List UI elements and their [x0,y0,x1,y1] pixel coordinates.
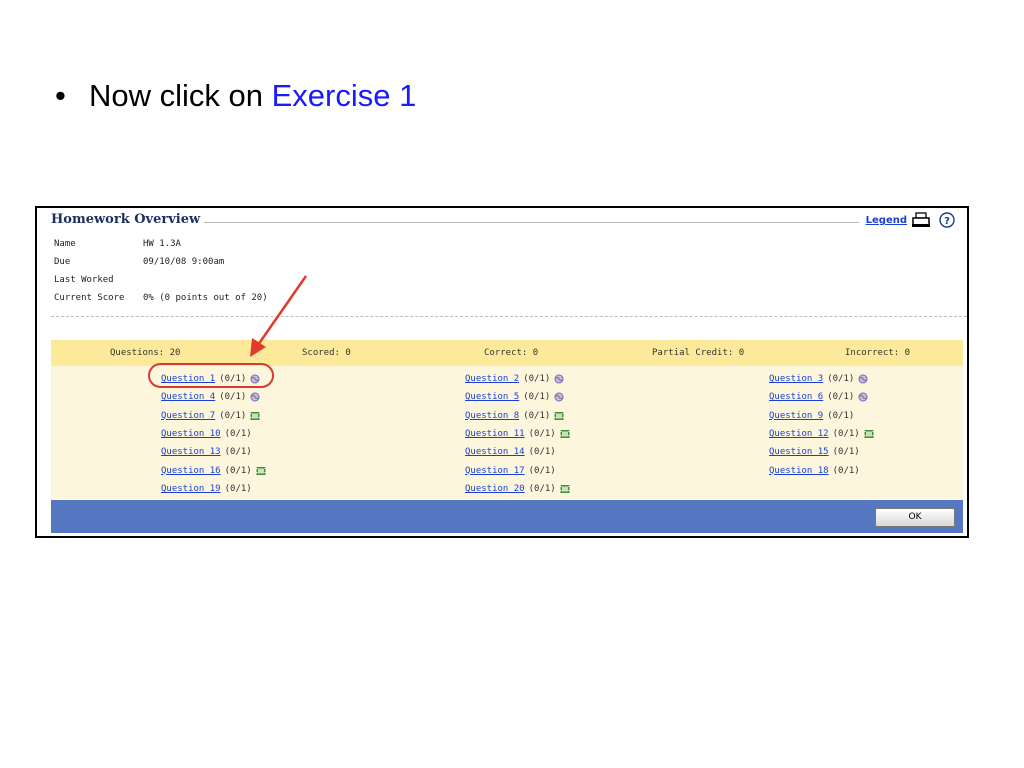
question-score: (0/1) [523,410,551,421]
globe-icon [858,374,868,384]
info-row-due: Due 09/10/08 9:00am [54,257,268,275]
film-icon [560,429,570,439]
help-icon[interactable]: ? [939,212,955,228]
panel-header: Homework Overview Legend ? [51,212,957,230]
globe-icon [250,392,260,402]
info-value: HW 1.3A [143,239,181,249]
question-link[interactable]: Question 2 [465,374,519,384]
question-link[interactable]: Question 3 [769,374,823,384]
question-score: (0/1) [224,465,252,476]
instruction-text: Now click on [89,78,272,113]
question-link[interactable]: Question 10 [161,429,221,439]
legend-link[interactable]: Legend [861,215,907,226]
question-item: Question 15 (0/1) [769,447,860,457]
question-item: Question 5 (0/1) [465,392,564,402]
globe-icon [554,392,564,402]
question-score: (0/1) [832,465,860,476]
question-link[interactable]: Question 18 [769,466,829,476]
question-link[interactable]: Question 12 [769,429,829,439]
slide-instruction: • Now click on Exercise 1 [55,78,416,114]
question-score: (0/1) [224,428,252,439]
film-icon [250,411,260,421]
globe-icon [554,374,564,384]
question-item: Question 10 (0/1) [161,429,252,439]
question-link[interactable]: Question 15 [769,447,829,457]
info-label: Due [54,257,71,267]
question-link[interactable]: Question 6 [769,392,823,402]
bullet-point: • [55,78,66,113]
question-link[interactable]: Question 11 [465,429,525,439]
film-icon [554,411,564,421]
question-link[interactable]: Question 4 [161,392,215,402]
panel-footer: OK [51,500,963,533]
partial-credit-count: Partial Credit: 0 [652,348,745,358]
highlight-circle [148,363,274,388]
question-link[interactable]: Question 13 [161,447,221,457]
printer-icon[interactable] [911,212,931,228]
ok-button[interactable]: OK [875,508,955,527]
film-icon [256,466,266,476]
info-label: Current Score [54,293,125,303]
info-label: Name [54,239,76,249]
question-item: Question 12 (0/1) [769,429,874,439]
question-item: Question 14 (0/1) [465,447,556,457]
question-score: (0/1) [523,374,551,384]
question-score: (0/1) [219,392,247,403]
film-icon [560,484,570,494]
info-value: 09/10/08 9:00am [143,257,225,267]
question-link[interactable]: Question 16 [161,466,221,476]
question-score: (0/1) [219,410,247,421]
question-score: (0/1) [827,374,855,384]
question-item: Question 8 (0/1) [465,411,564,421]
question-item: Question 19 (0/1) [161,484,252,494]
section-divider [51,316,967,317]
question-score: (0/1) [528,465,556,476]
svg-text:?: ? [944,216,950,227]
question-item: Question 2 (0/1) [465,374,564,384]
correct-count: Correct: 0 [484,348,539,358]
info-row-current-score: Current Score 0% (0 points out of 20) [54,293,268,311]
question-score: (0/1) [832,447,860,458]
question-link[interactable]: Question 9 [769,411,823,421]
panel-title: Homework Overview [51,212,205,227]
question-link[interactable]: Question 8 [465,411,519,421]
question-item: Question 6 (0/1) [769,392,868,402]
question-link[interactable]: Question 5 [465,392,519,402]
question-item: Question 17 (0/1) [465,466,556,476]
question-score: (0/1) [528,447,556,458]
question-score: (0/1) [832,428,860,439]
question-score: (0/1) [224,447,252,458]
question-score: (0/1) [827,392,855,403]
question-item: Question 11 (0/1) [465,429,570,439]
question-score: (0/1) [224,483,252,494]
question-link[interactable]: Question 14 [465,447,525,457]
instruction-highlight: Exercise 1 [271,78,417,113]
question-link[interactable]: Question 19 [161,484,221,494]
assignment-info: Name HW 1.3A Due 09/10/08 9:00am Last Wo… [54,239,268,311]
question-link[interactable]: Question 20 [465,484,525,494]
question-score: (0/1) [528,483,556,494]
question-item: Question 16 (0/1) [161,466,266,476]
question-link[interactable]: Question 7 [161,411,215,421]
question-item: Question 7 (0/1) [161,411,260,421]
question-score: (0/1) [523,392,551,403]
film-icon [864,429,874,439]
question-item: Question 3 (0/1) [769,374,868,384]
question-item: Question 18 (0/1) [769,466,860,476]
questions-count: Questions: 20 [110,348,181,358]
question-item: Question 9 (0/1) [769,411,854,421]
question-score: (0/1) [827,410,855,421]
question-item: Question 13 (0/1) [161,447,252,457]
info-row-last-worked: Last Worked [54,275,268,293]
globe-icon [858,392,868,402]
info-label: Last Worked [54,275,114,285]
info-row-name: Name HW 1.3A [54,239,268,257]
incorrect-count: Incorrect: 0 [845,348,911,358]
scored-count: Scored: 0 [302,348,351,358]
question-link[interactable]: Question 17 [465,466,525,476]
question-score: (0/1) [528,428,556,439]
question-item: Question 4 (0/1) [161,392,260,402]
info-value: 0% (0 points out of 20) [143,293,268,303]
question-item: Question 20 (0/1) [465,484,570,494]
